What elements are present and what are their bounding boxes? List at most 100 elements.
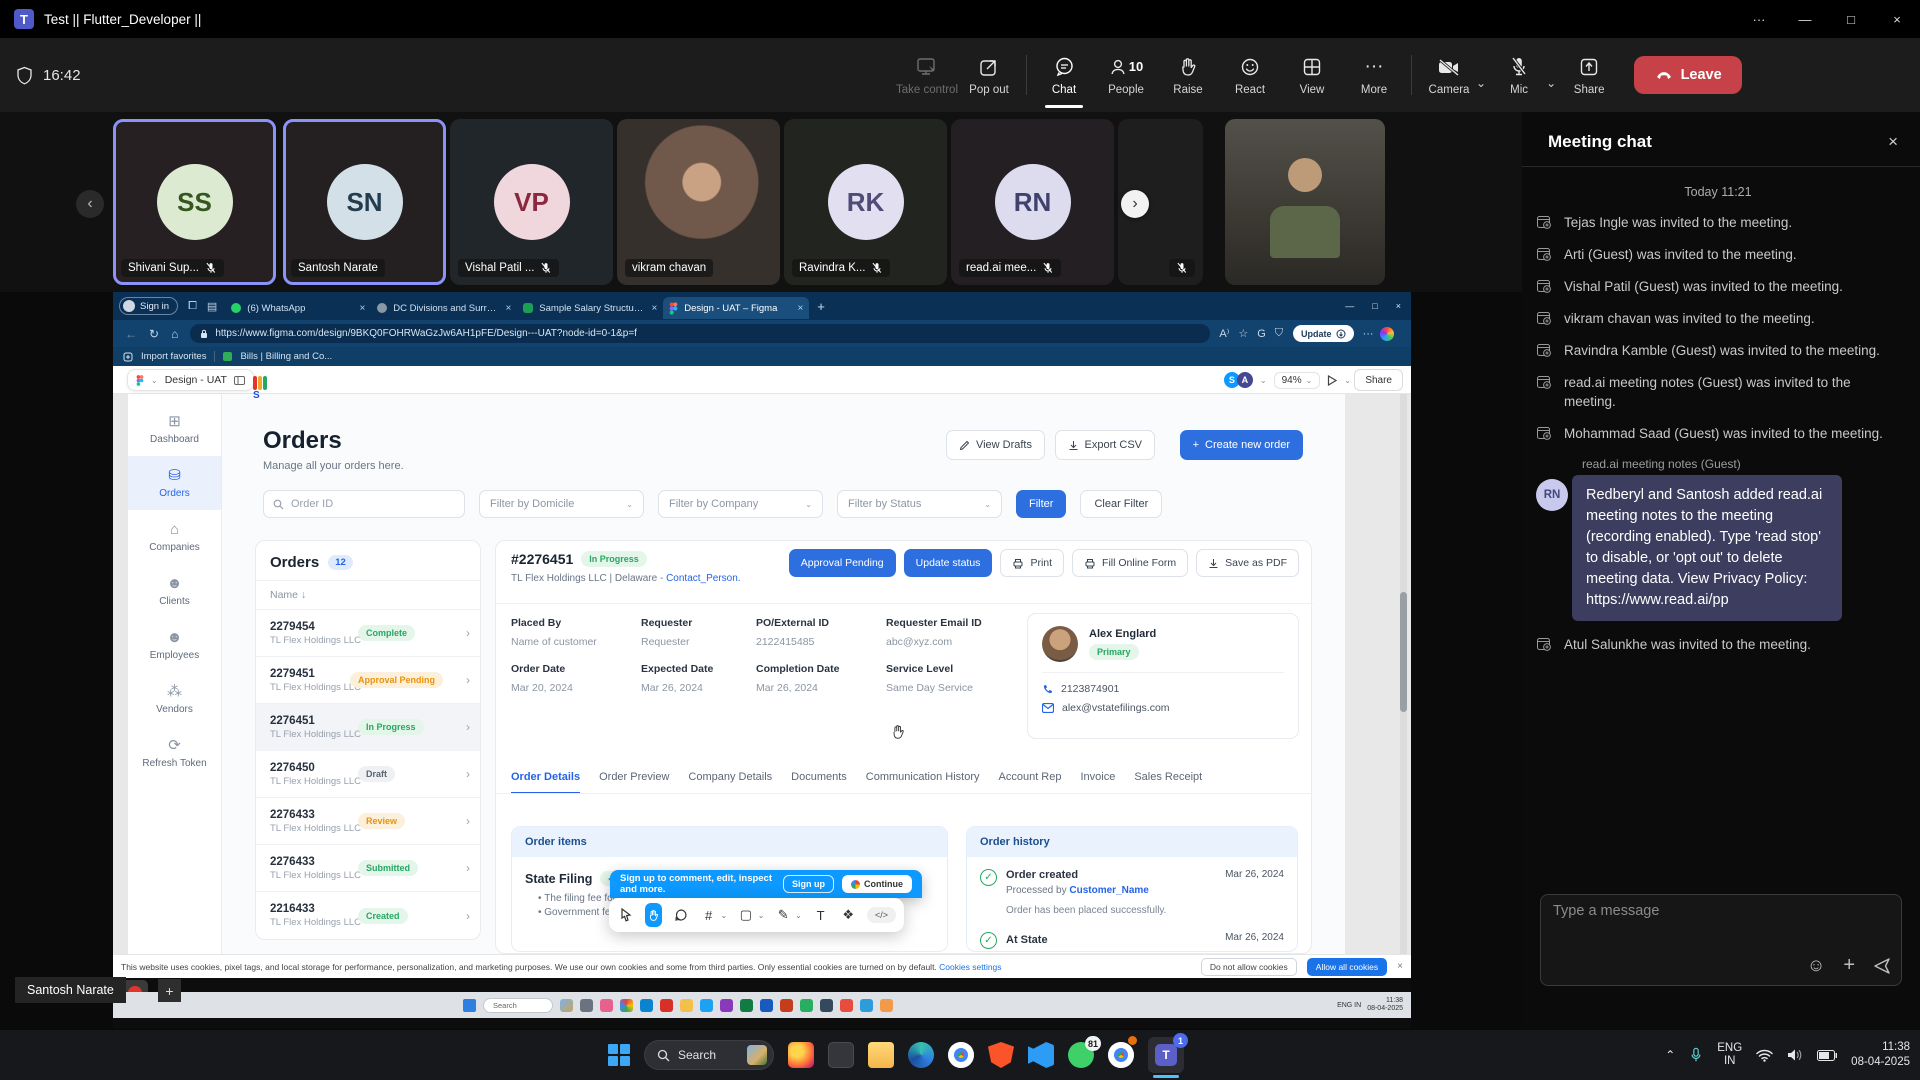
window-minimize-button[interactable]: —	[1782, 0, 1828, 38]
order-row[interactable]: 2276433TL Flex Holdings LLC Submitted ›	[256, 845, 480, 892]
inner-app-icon[interactable]	[840, 999, 853, 1012]
sidebar-item-refresh-token[interactable]: ⟳ Refresh Token	[128, 726, 221, 780]
video-tile[interactable]: RN read.ai mee...	[951, 119, 1114, 285]
inner-app-icon[interactable]	[620, 999, 633, 1012]
more-button[interactable]: ··· More	[1343, 40, 1405, 110]
whatsapp-icon[interactable]: 81	[1068, 1042, 1094, 1068]
react-button[interactable]: React	[1219, 40, 1281, 110]
window-close-button[interactable]: ×	[1874, 0, 1920, 38]
comment-tool-icon[interactable]	[672, 903, 690, 927]
tab-close-icon[interactable]: ×	[797, 303, 803, 314]
inner-app-icon[interactable]	[780, 999, 793, 1012]
deny-cookies-button[interactable]: Do not allow cookies	[1201, 958, 1297, 976]
vscode-icon[interactable]	[1028, 1042, 1054, 1068]
sidebar-item-companies[interactable]: ⌂ Companies	[128, 510, 221, 564]
attach-plus-icon[interactable]: +	[1843, 954, 1855, 977]
contact-phone[interactable]: 2123874901	[1061, 683, 1119, 695]
video-tile[interactable]: RK Ravindra K...	[784, 119, 947, 285]
home-icon[interactable]: ⌂	[171, 327, 178, 341]
approval-pending-button[interactable]: Approval Pending	[789, 549, 896, 577]
tab-documents[interactable]: Documents	[791, 771, 847, 794]
tray-expand-icon[interactable]: ⌃	[1665, 1048, 1675, 1062]
speaker-icon[interactable]	[1787, 1048, 1803, 1062]
bills-favorite-link[interactable]: Bills | Billing and Co...	[240, 351, 332, 362]
pages-icon[interactable]	[234, 376, 245, 385]
tab-order-details[interactable]: Order Details	[511, 771, 580, 794]
file-explorer-icon[interactable]	[868, 1042, 894, 1068]
inner-app-icon[interactable]	[820, 999, 833, 1012]
teams-taskbar-icon[interactable]: T 1	[1148, 1037, 1184, 1073]
new-tab-button[interactable]: +	[817, 299, 825, 314]
figma-share-button[interactable]: Share	[1354, 369, 1403, 391]
inner-app-icon[interactable]	[740, 999, 753, 1012]
text-tool-icon[interactable]: T	[812, 903, 830, 927]
import-favorites-link[interactable]: Import favorites	[141, 351, 206, 362]
battery-icon[interactable]	[1817, 1050, 1837, 1061]
print-button[interactable]: Print	[1000, 549, 1064, 577]
filter-status-select[interactable]: Filter by Status ⌄	[837, 490, 1002, 518]
chat-message-input[interactable]	[1553, 903, 1883, 919]
inner-start-icon[interactable]	[463, 999, 476, 1012]
chevron-down-icon[interactable]: ⌄	[151, 376, 158, 385]
chat-close-icon[interactable]: ×	[1888, 132, 1898, 152]
video-tile[interactable]: VP Vishal Patil ...	[450, 119, 613, 285]
inner-app-icon[interactable]	[600, 999, 613, 1012]
sidebar-item-orders[interactable]: ⛁ Orders	[128, 456, 221, 510]
tab-close-icon[interactable]: ×	[651, 303, 657, 314]
column-header[interactable]: Name ↓	[256, 581, 480, 610]
cookie-settings-link[interactable]: Cookies settings	[939, 962, 1001, 972]
inner-app-icon[interactable]	[880, 999, 893, 1012]
reload-icon[interactable]: ↻	[149, 327, 159, 341]
tab-communication-history[interactable]: Communication History	[866, 771, 980, 794]
clear-filter-button[interactable]: Clear Filter	[1080, 490, 1162, 518]
send-icon[interactable]	[1873, 957, 1891, 975]
read-aloud-icon[interactable]: A⁾	[1219, 327, 1229, 340]
dev-mode-toggle[interactable]: </>	[867, 907, 896, 923]
view-drafts-button[interactable]: View Drafts	[946, 430, 1045, 460]
filter-apply-button[interactable]: Filter	[1016, 490, 1066, 518]
browser-tab[interactable]: (6) WhatsApp ×	[225, 297, 371, 319]
workspaces-icon[interactable]: ⧠	[188, 300, 197, 313]
browser-tab-active[interactable]: Design - UAT – Figma ×	[663, 297, 809, 319]
presenter-pin-button[interactable]: +	[158, 979, 181, 1002]
chevron-down-icon[interactable]: ⌄	[720, 911, 727, 920]
inner-app-icon[interactable]	[860, 999, 873, 1012]
contact-person-link[interactable]: Contact_Person.	[666, 573, 741, 584]
order-row[interactable]: 2279454TL Flex Holdings LLC Complete ›	[256, 610, 480, 657]
browser-profile-icon[interactable]	[1380, 327, 1394, 341]
browser-more-icon[interactable]: ···	[1363, 328, 1374, 340]
export-csv-button[interactable]: Export CSV	[1055, 430, 1155, 460]
browser-signin-button[interactable]: Sign in	[119, 297, 178, 315]
favorites-bar-icon[interactable]: ⛉	[1275, 327, 1283, 340]
strip-next-button[interactable]: ›	[1121, 190, 1149, 218]
brave-icon[interactable]	[988, 1042, 1014, 1068]
browser-maximize-icon[interactable]: □	[1372, 301, 1377, 311]
allow-cookies-button[interactable]: Allow all cookies	[1307, 958, 1387, 976]
browser-close-icon[interactable]: ×	[1396, 301, 1401, 311]
wifi-icon[interactable]	[1756, 1049, 1773, 1062]
order-row[interactable]: 2276450TL Flex Holdings LLC Draft ›	[256, 751, 480, 798]
chevron-down-icon[interactable]: ⌄	[1260, 376, 1267, 385]
order-row[interactable]: 2216433TL Flex Holdings LLC Created ›	[256, 892, 480, 939]
order-row-selected[interactable]: 2276451TL Flex Holdings LLC In Progress …	[256, 704, 480, 751]
chevron-down-icon[interactable]: ⌄	[1344, 376, 1351, 385]
contact-email[interactable]: alex@vstatefilings.com	[1062, 702, 1170, 714]
people-button[interactable]: 10 People	[1095, 40, 1157, 110]
url-field[interactable]: https://www.figma.com/design/9BKQ0FOHRWa…	[190, 324, 1210, 343]
present-icon[interactable]	[1327, 375, 1337, 386]
chrome-profile-icon[interactable]	[1108, 1042, 1134, 1068]
camera-button[interactable]: Camera	[1418, 40, 1480, 110]
language-indicator[interactable]: ENGIN	[1717, 1042, 1742, 1068]
figma-signup-button[interactable]: Sign up	[783, 875, 834, 893]
page-scrollbar-thumb[interactable]	[1400, 592, 1407, 712]
sidebar-item-employees[interactable]: ☻ Employees	[128, 618, 221, 672]
fill-online-form-button[interactable]: Fill Online Form	[1072, 549, 1188, 577]
back-icon[interactable]: ←	[125, 327, 137, 341]
zoom-control[interactable]: 94% ⌄	[1274, 372, 1321, 389]
browser-update-button[interactable]: Update	[1293, 325, 1354, 342]
clock[interactable]: 11:3808-04-2025	[1851, 1040, 1910, 1070]
window-maximize-button[interactable]: □	[1828, 0, 1874, 38]
firefox-icon[interactable]	[788, 1042, 814, 1068]
order-row[interactable]: 2279451TL Flex Holdings LLC Approval Pen…	[256, 657, 480, 704]
customer-name-link[interactable]: Customer_Name	[1069, 885, 1148, 896]
